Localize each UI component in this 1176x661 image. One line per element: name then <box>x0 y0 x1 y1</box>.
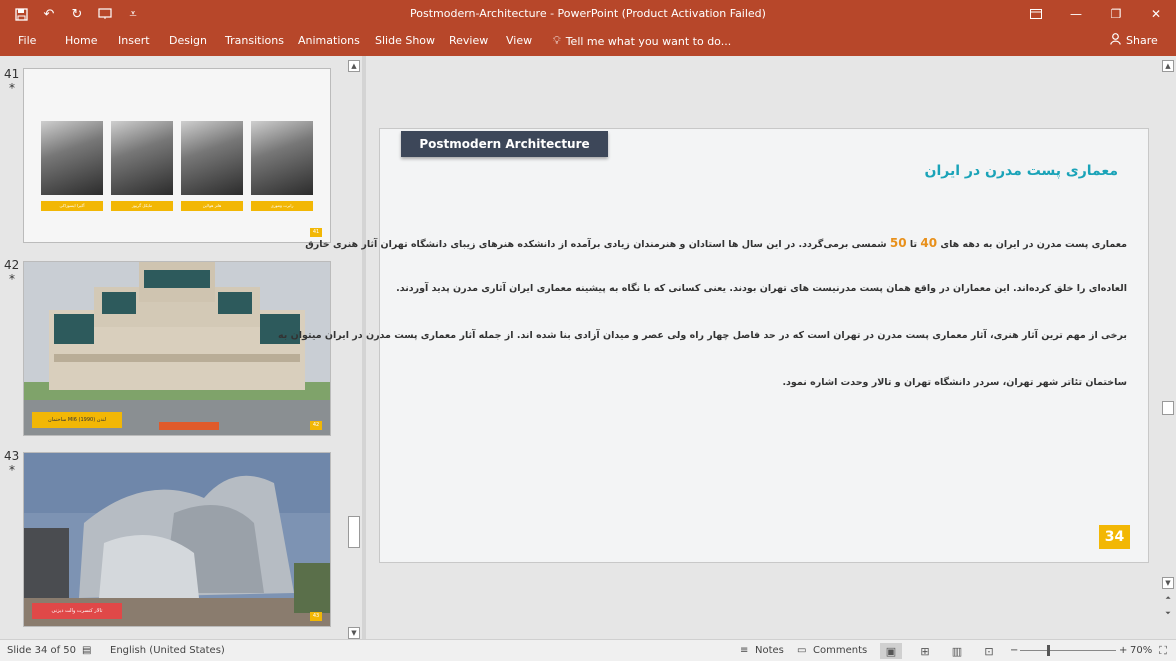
tab-animations[interactable]: Animations <box>298 34 360 47</box>
tell-me-box[interactable]: 💡︎ Tell me what you want to do... <box>553 34 731 48</box>
normal-view-icon[interactable]: ▣ <box>880 643 902 659</box>
slide-number-badge: 34 <box>1099 525 1130 549</box>
tab-home[interactable]: Home <box>65 34 97 47</box>
scrollbar-thumb[interactable] <box>348 516 360 548</box>
slide-editor: Postmodern Architecture معماری پست مدرن … <box>278 56 1160 639</box>
slide-thumbnail-43[interactable]: تالار کنسرت والت دیزنی 43 <box>23 452 331 627</box>
restore-icon[interactable]: ❐ <box>1096 0 1136 28</box>
portrait-label: رابرت ونتوری <box>251 201 313 211</box>
zoom-slider-handle[interactable] <box>1047 645 1050 656</box>
animation-star: * <box>9 272 15 286</box>
slide-counter: Slide 34 of 50 <box>7 645 77 656</box>
title-bar: ↶ ↻ ⩡ Postmodern-Architecture - PowerPoi… <box>0 0 1176 28</box>
animation-star: * <box>9 463 15 477</box>
tab-design[interactable]: Design <box>169 34 207 47</box>
slide-title-tab: Postmodern Architecture <box>401 131 608 157</box>
tab-file[interactable]: File <box>18 34 36 47</box>
fit-window-icon[interactable]: ⛶ <box>1152 643 1174 659</box>
tab-view[interactable]: View <box>506 34 532 47</box>
thumb-caption: ساختمان MI6 لندن (1990) <box>32 412 122 428</box>
slide-paragraph: معماری پست مدرن در ایران به دهه های 40 ت… <box>305 236 1127 250</box>
portrait-image <box>111 121 173 195</box>
share-button[interactable]: Share <box>1110 33 1158 48</box>
ribbon-tabs: File Home Insert Design Transitions Anim… <box>0 28 1176 56</box>
slide-paragraph: برخی از مهم ترین آثار هنری، آثار معماری … <box>278 330 1127 341</box>
comments-icon[interactable]: ▭ <box>797 645 806 656</box>
scroll-down-arrow[interactable]: ▼ <box>348 627 360 639</box>
previous-slide-icon[interactable]: ⏶ <box>1162 593 1174 605</box>
portrait-image <box>41 121 103 195</box>
zoom-level[interactable]: 70% <box>1130 645 1152 656</box>
thumb-page-number: 43 <box>310 612 322 621</box>
lightbulb-icon: 💡︎ <box>553 34 561 47</box>
slideshow-view-icon[interactable]: ⊡ <box>978 643 1000 659</box>
spellcheck-icon[interactable]: ▤ <box>82 645 91 656</box>
scroll-up-arrow[interactable]: ▲ <box>348 60 360 72</box>
notes-icon[interactable]: ≡ <box>740 645 748 656</box>
share-label: Share <box>1126 34 1158 47</box>
slide-thumbnail-42[interactable]: ساختمان MI6 لندن (1990) 42 <box>23 261 331 436</box>
animation-star: * <box>9 81 15 95</box>
zoom-out-button[interactable]: − <box>1010 645 1018 656</box>
scroll-down-arrow[interactable]: ▼ <box>1162 577 1174 589</box>
tell-me-text: Tell me what you want to do... <box>565 34 732 48</box>
comments-button[interactable]: Comments <box>813 645 867 656</box>
language-indicator[interactable]: English (United States) <box>110 645 225 656</box>
portrait-label: مایکل گریوز <box>111 201 173 211</box>
thumb-page-number: 42 <box>310 421 322 430</box>
zoom-in-button[interactable]: + <box>1119 645 1127 656</box>
thumb-number: 41 <box>4 67 20 81</box>
slide-thumbnail-41[interactable]: آکیرا ایسوزاکی مایکل گریوز هانز هولاین ر… <box>23 68 331 243</box>
notes-button[interactable]: Notes <box>755 645 784 656</box>
status-bar: Slide 34 of 50 ▤ English (United States)… <box>0 639 1176 661</box>
thumb-number: 42 <box>4 258 20 272</box>
tab-slide-show[interactable]: Slide Show <box>375 34 435 47</box>
tab-review[interactable]: Review <box>449 34 488 47</box>
portrait-image <box>181 121 243 195</box>
zoom-slider[interactable] <box>1020 650 1116 651</box>
scroll-up-arrow[interactable]: ▲ <box>1162 60 1174 72</box>
editor-scrollbar[interactable]: ▲ ▼ ⏶ ⏷ <box>1160 56 1176 639</box>
mi6-building-image <box>24 262 330 435</box>
portrait-image <box>251 121 313 195</box>
tab-insert[interactable]: Insert <box>118 34 150 47</box>
thumbnail-scrollbar[interactable]: ▲ ▼ <box>346 56 362 639</box>
user-icon <box>1110 33 1121 48</box>
ribbon-display-icon[interactable] <box>1016 0 1056 28</box>
slide-heading: معماری پست مدرن در ایران <box>924 163 1118 179</box>
disney-hall-image <box>24 453 330 626</box>
current-slide[interactable]: Postmodern Architecture معماری پست مدرن … <box>278 128 1149 563</box>
thumb-number: 43 <box>4 449 20 463</box>
close-icon[interactable]: ✕ <box>1136 0 1176 28</box>
next-slide-icon[interactable]: ⏷ <box>1162 608 1174 620</box>
reading-view-icon[interactable]: ▥ <box>946 643 968 659</box>
slide-paragraph: ساختمان تئاتر شهر تهران، سردر دانشگاه ته… <box>782 377 1127 388</box>
slide-sorter-icon[interactable]: ⊞ <box>914 643 936 659</box>
scrollbar-thumb[interactable] <box>1162 401 1174 415</box>
tab-transitions[interactable]: Transitions <box>225 34 284 47</box>
portrait-label: هانز هولاین <box>181 201 243 211</box>
slide-paragraph: العاده‌ای را خلق کرده‌اند. این معماران د… <box>396 283 1127 294</box>
minimize-icon[interactable]: — <box>1056 0 1096 28</box>
thumb-caption: تالار کنسرت والت دیزنی <box>32 603 122 619</box>
slide-thumbnail-pane: 41 * آکیرا ایسوزاکی مایکل گریوز هانز هول… <box>0 56 362 639</box>
window-title: Postmodern-Architecture - PowerPoint (Pr… <box>410 7 766 20</box>
portrait-label: آکیرا ایسوزاکی <box>41 201 103 211</box>
